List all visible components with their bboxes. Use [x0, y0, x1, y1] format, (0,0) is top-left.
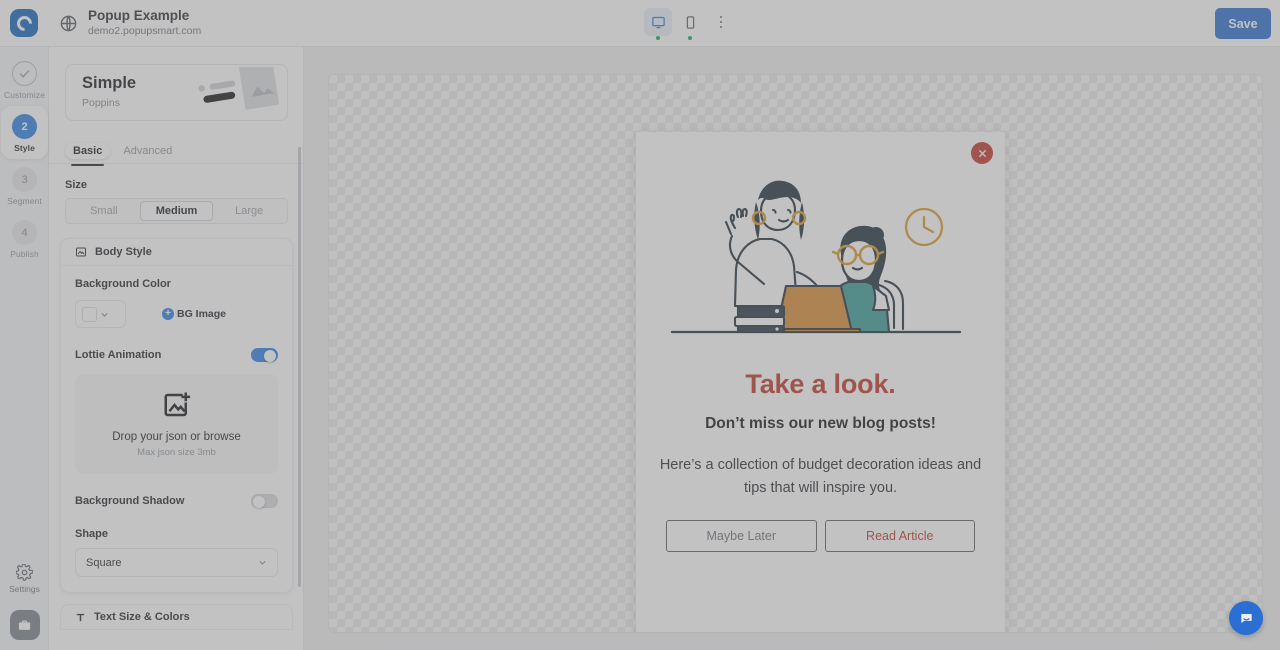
- preview-canvas: Take a look. Don’t miss our new blog pos…: [328, 74, 1263, 633]
- background-color-label: Background Color: [75, 278, 171, 290]
- step-bubble-style: 2: [12, 114, 37, 139]
- sidebar-item-label: Segment: [7, 196, 42, 206]
- briefcase-icon: [18, 620, 31, 630]
- panel-tabs: Basic Advanced: [49, 138, 303, 166]
- site-url: demo2.popupsmart.com: [88, 25, 202, 37]
- site-info: Popup Example demo2.popupsmart.com: [88, 8, 201, 38]
- background-shadow-toggle[interactable]: [251, 494, 278, 508]
- kebab-menu-icon[interactable]: [710, 9, 732, 35]
- text-size-colors-card-header[interactable]: Text Size & Colors: [60, 604, 293, 630]
- maybe-later-button[interactable]: Maybe Later: [666, 520, 817, 552]
- step-bubble-customize: [12, 61, 37, 86]
- chat-bubble-icon[interactable]: [1229, 601, 1263, 635]
- mobile-status-dot: [688, 36, 692, 40]
- two-women-at-laptop-illustration: [670, 180, 962, 334]
- rail-bottom-group: Settings: [0, 564, 49, 640]
- sidebar-item-segment[interactable]: 3 Segment: [0, 159, 49, 212]
- mobile-icon: [686, 15, 694, 29]
- sidebar-item-label: Customize: [3, 90, 46, 100]
- sidebar-item-customize[interactable]: Customize: [0, 53, 49, 106]
- shape-value: Square: [86, 556, 122, 569]
- size-option-medium[interactable]: Medium: [139, 201, 214, 221]
- body-style-card: Body Style Background Color + BG Image L…: [60, 238, 293, 593]
- tab-advanced[interactable]: Advanced: [115, 143, 180, 159]
- device-toggle-desktop[interactable]: [644, 8, 672, 40]
- size-option-small[interactable]: Small: [68, 201, 140, 221]
- sidebar-item-publish[interactable]: 4 Publish: [0, 212, 49, 265]
- gear-icon: [16, 564, 33, 581]
- editor-root: Popup Example demo2.popupsmart.com Save: [0, 0, 1280, 650]
- step-rail: Customize 2 Style 3 Segment 4 Publish Se…: [0, 47, 49, 650]
- style-settings-panel: Theme Reset Change Simple Poppins: [49, 47, 304, 650]
- chevron-down-icon: [259, 561, 266, 565]
- panel-scrollbar[interactable]: [298, 147, 301, 587]
- background-shadow-row: Background Shadow: [75, 494, 278, 508]
- theme-name: Simple: [82, 74, 137, 92]
- step-bubble-segment: 3: [12, 167, 37, 192]
- size-label: Size: [65, 179, 88, 191]
- popup-modal: Take a look. Don’t miss our new blog pos…: [636, 132, 1005, 632]
- device-toggle-mobile[interactable]: [676, 8, 704, 40]
- theme-font: Poppins: [82, 97, 120, 109]
- json-dropzone[interactable]: Drop your json or browse Max json size 3…: [75, 374, 278, 474]
- size-segmented-control: Small Medium Large: [65, 198, 288, 224]
- body-style-card-header[interactable]: Body Style: [61, 239, 292, 266]
- size-option-large[interactable]: Large: [213, 201, 285, 221]
- step-bubble-publish: 4: [12, 220, 37, 245]
- background-color-picker[interactable]: [75, 300, 126, 328]
- bg-image-button[interactable]: + BG Image: [162, 308, 226, 320]
- device-preview-switcher: [644, 8, 732, 40]
- settings-label: Settings: [9, 584, 40, 594]
- page-title: Popup Example: [88, 8, 190, 23]
- save-button[interactable]: Save: [1215, 8, 1271, 39]
- theme-thumbnail-icon: [198, 67, 279, 110]
- sidebar-item-style[interactable]: 2 Style: [1, 106, 48, 159]
- chevron-down-icon: [101, 312, 108, 317]
- shape-label: Shape: [75, 528, 109, 540]
- check-icon: [19, 70, 30, 78]
- bg-image-label: BG Image: [177, 308, 227, 320]
- desktop-icon: [651, 16, 665, 28]
- preview-stage: Take a look. Don’t miss our new blog pos…: [304, 47, 1280, 650]
- popup-actions: Maybe Later Read Article: [666, 520, 975, 552]
- tab-basic[interactable]: Basic: [65, 142, 111, 166]
- globe-icon: [59, 14, 78, 33]
- read-article-button[interactable]: Read Article: [824, 520, 975, 552]
- image-icon: [76, 247, 86, 257]
- briefcase-button[interactable]: [9, 610, 40, 640]
- sidebar-item-settings[interactable]: Settings: [0, 564, 49, 594]
- lottie-animation-label: Lottie Animation: [75, 349, 162, 361]
- text-icon: [76, 613, 85, 621]
- top-bar: Popup Example demo2.popupsmart.com Save: [0, 0, 1280, 47]
- dropzone-title: Drop your json or browse: [112, 431, 241, 443]
- theme-card[interactable]: Simple Poppins: [65, 64, 288, 121]
- plus-circle-icon: +: [162, 308, 174, 320]
- chat-bubble-glyph: [1239, 612, 1253, 625]
- color-swatch: [82, 306, 97, 322]
- popup-headline: Take a look.: [745, 369, 896, 399]
- desktop-status-dot: [656, 36, 660, 40]
- popup-subheadline: Don’t miss our new blog posts!: [705, 415, 936, 432]
- popupsmart-logo-icon[interactable]: [10, 9, 38, 37]
- lottie-animation-toggle[interactable]: [251, 348, 278, 362]
- shape-select[interactable]: Square: [75, 548, 278, 577]
- text-size-colors-title: Text Size & Colors: [94, 611, 190, 623]
- background-shadow-label: Background Shadow: [75, 495, 185, 507]
- body-style-title: Body Style: [95, 246, 152, 258]
- lottie-animation-row: Lottie Animation: [75, 348, 278, 362]
- sidebar-item-label: Publish: [10, 249, 39, 259]
- theme-section-header: Theme Reset Change: [49, 47, 303, 60]
- dropzone-subtitle: Max json size 3mb: [137, 447, 216, 458]
- sidebar-item-label: Style: [14, 143, 35, 153]
- add-image-icon: [164, 392, 190, 417]
- popup-body-text: Here’s a collection of budget decoration…: [659, 457, 982, 496]
